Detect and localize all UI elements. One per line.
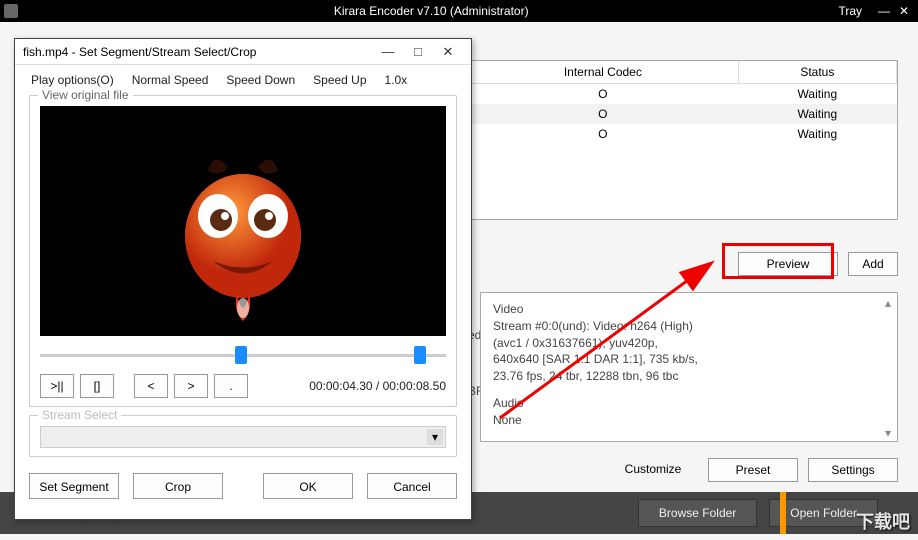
menu-speed-up[interactable]: Speed Up <box>313 73 366 87</box>
prev-frame-button[interactable]: < <box>134 374 168 398</box>
slider-handle-start[interactable] <box>235 346 247 364</box>
audio-value: None <box>493 412 885 429</box>
segment-slider[interactable] <box>40 344 446 368</box>
video-preview[interactable] <box>40 106 446 336</box>
video-line: 640x640 [SAR 1:1 DAR 1:1], 735 kb/s, <box>493 351 885 368</box>
col-codec[interactable]: Internal Codec <box>468 61 739 84</box>
accent-strip <box>780 492 786 534</box>
play-pause-button[interactable]: >|| <box>40 374 74 398</box>
minimize-icon[interactable]: — <box>874 4 894 18</box>
stream-select-dropdown[interactable]: ▾ <box>40 426 446 448</box>
chevron-down-icon[interactable]: ▾ <box>427 429 443 445</box>
playback-rate: 1.0x <box>385 73 408 87</box>
media-info-panel: ▴ ▾ Video Stream #0:0(und): Video: h264 … <box>480 292 898 442</box>
bottom-right-buttons: Customize Preset Settings <box>608 458 898 482</box>
customize-button[interactable]: Customize <box>608 458 698 482</box>
view-original-group: View original file <box>29 95 457 407</box>
video-heading: Video <box>493 301 885 318</box>
scroll-down-icon[interactable]: ▾ <box>881 425 895 439</box>
settings-button[interactable]: Settings <box>808 458 898 482</box>
close-icon[interactable]: ✕ <box>894 4 914 18</box>
menu-play-options[interactable]: Play options(O) <box>31 73 114 87</box>
col-status[interactable]: Status <box>738 61 896 84</box>
add-button[interactable]: Add <box>848 252 898 276</box>
audio-heading: Audio <box>493 395 885 412</box>
cancel-button[interactable]: Cancel <box>367 473 457 499</box>
dialog-maximize-icon[interactable]: □ <box>403 44 433 59</box>
ok-button[interactable]: OK <box>263 473 353 499</box>
app-titlebar: Kirara Encoder v7.10 (Administrator) Tra… <box>0 0 918 22</box>
dialog-close-icon[interactable]: ✕ <box>433 44 463 60</box>
dialog-button-row: Set Segment Crop OK Cancel <box>15 465 471 507</box>
app-icon <box>4 4 18 18</box>
menu-normal-speed[interactable]: Normal Speed <box>132 73 209 87</box>
action-row: Preview Add <box>738 252 898 276</box>
menu-speed-down[interactable]: Speed Down <box>226 73 295 87</box>
set-segment-button[interactable]: Set Segment <box>29 473 119 499</box>
group-legend: Stream Select <box>38 408 121 422</box>
dialog-titlebar[interactable]: fish.mp4 - Set Segment/Stream Select/Cro… <box>15 39 471 65</box>
stop-button[interactable]: [] <box>80 374 114 398</box>
playback-controls: >|| [] < > . 00:00:04.30 / 00:00:08.50 <box>40 374 446 398</box>
preview-button[interactable]: Preview <box>738 252 838 276</box>
crop-button[interactable]: Crop <box>133 473 223 499</box>
scroll-up-icon[interactable]: ▴ <box>881 295 895 309</box>
time-display: 00:00:04.30 / 00:00:08.50 <box>309 379 446 393</box>
app-title: Kirara Encoder v7.10 (Administrator) <box>24 4 838 18</box>
dialog-title: fish.mp4 - Set Segment/Stream Select/Cro… <box>23 45 373 59</box>
tray-button[interactable]: Tray <box>838 4 862 18</box>
slider-handle-end[interactable] <box>414 346 426 364</box>
video-line: Stream #0:0(und): Video: h264 (High) <box>493 318 885 335</box>
stream-select-group: Stream Select ▾ <box>29 415 457 457</box>
video-line: (avc1 / 0x31637661), yuv420p, <box>493 335 885 352</box>
fish-image <box>153 116 333 326</box>
next-frame-button[interactable]: > <box>174 374 208 398</box>
browse-folder-button[interactable]: Browse Folder <box>638 499 757 527</box>
mark-button[interactable]: . <box>214 374 248 398</box>
video-line: 23.76 fps, 24 tbr, 12288 tbn, 96 tbc <box>493 368 885 385</box>
preset-button[interactable]: Preset <box>708 458 798 482</box>
group-legend: View original file <box>38 88 133 102</box>
segment-crop-dialog: fish.mp4 - Set Segment/Stream Select/Cro… <box>14 38 472 520</box>
dialog-minimize-icon[interactable]: — <box>373 44 403 59</box>
